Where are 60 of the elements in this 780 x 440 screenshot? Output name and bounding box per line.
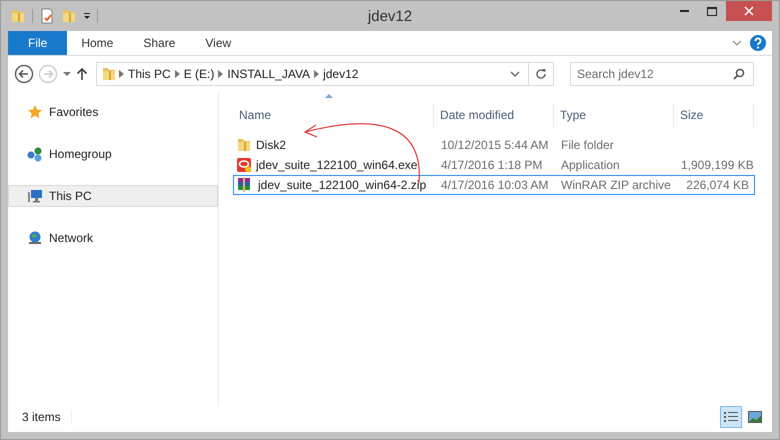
search-icon <box>733 68 745 80</box>
close-button[interactable] <box>726 1 772 21</box>
file-row[interactable]: jdev_suite_122100_win64.exe 4/17/2016 1:18 PM Application 1,909,199 KB <box>233 155 755 175</box>
breadcrumb[interactable]: jdev12 <box>319 66 362 80</box>
folder-icon <box>10 8 26 24</box>
size-cell-text: 1,909,199 KB <box>680 158 755 172</box>
refresh-icon <box>535 68 547 80</box>
breadcrumb[interactable]: E (E:) <box>180 66 218 80</box>
file-row[interactable]: Disk2 10/12/2015 5:44 AM File folder <box>233 135 755 155</box>
date-cell-text: 10/12/2015 5:44 AM <box>440 138 550 152</box>
properties-icon[interactable] <box>39 8 55 24</box>
folder-icon <box>101 66 117 82</box>
computer-icon <box>27 188 43 204</box>
help-icon[interactable] <box>750 35 766 51</box>
window-title: jdev12 <box>368 8 412 24</box>
dropdown-icon[interactable] <box>510 70 520 76</box>
landscape-thumbnail-icon <box>748 411 762 423</box>
back-button[interactable] <box>14 64 34 84</box>
homegroup-icon <box>27 146 43 162</box>
details-view-button[interactable] <box>720 406 742 428</box>
minimize-icon <box>680 10 688 12</box>
breadcrumb[interactable]: INSTALL_JAVA <box>223 66 314 80</box>
chevron-icon[interactable] <box>314 70 320 78</box>
column-header[interactable]: Name <box>233 103 434 127</box>
customize-dropdown-icon[interactable] <box>83 12 91 20</box>
application-icon <box>236 157 252 173</box>
date-cell-text: 4/17/2016 10:03 AM <box>440 178 550 192</box>
file-name: jdev_suite_122100_win64-2.zip <box>258 178 426 192</box>
maximize-icon <box>707 6 717 16</box>
column-header[interactable]: Type <box>554 103 674 127</box>
chevron-icon[interactable] <box>218 70 224 78</box>
column-header[interactable]: Date modified <box>434 103 554 127</box>
new-folder-icon <box>61 8 77 24</box>
file-name: Disk2 <box>256 138 286 152</box>
star-icon <box>27 104 43 120</box>
close-icon <box>744 6 754 16</box>
file-name: jdev_suite_122100_win64.exe <box>256 158 418 172</box>
type-cell-text: File folder <box>560 138 615 152</box>
date-cell-text: 4/17/2016 1:18 PM <box>440 158 544 172</box>
folder-icon <box>236 137 252 153</box>
size-cell-text: 226,074 KB <box>685 178 750 192</box>
chevron-icon[interactable] <box>174 70 180 78</box>
expand-ribbon-icon[interactable] <box>732 40 742 46</box>
breadcrumb[interactable]: This PC <box>124 66 175 80</box>
recent-locations-button[interactable] <box>62 70 72 76</box>
chevron-icon[interactable] <box>119 70 124 78</box>
network-icon <box>27 230 43 246</box>
file-row[interactable]: jdev_suite_122100_win64-2.zip 4/17/2016 10:03 AM WinRAR ZIP archive 226,074 KB <box>233 175 755 195</box>
sidebar-item[interactable]: Homegroup <box>8 143 218 165</box>
sidebar-item[interactable]: This PC <box>8 185 218 207</box>
item-count: 3 items <box>22 410 72 424</box>
sidebar-item[interactable]: Network <box>8 227 218 249</box>
sort-ascending-icon <box>325 93 333 98</box>
search-field[interactable]: Search jdev12 <box>570 62 754 86</box>
up-button[interactable] <box>76 66 88 80</box>
type-cell-text: Application <box>560 158 621 172</box>
type-cell-text: WinRAR ZIP archive <box>560 178 672 192</box>
column-header[interactable]: Size <box>674 103 754 127</box>
sidebar-item[interactable]: Favorites <box>8 101 218 123</box>
details-list-icon <box>724 411 738 423</box>
